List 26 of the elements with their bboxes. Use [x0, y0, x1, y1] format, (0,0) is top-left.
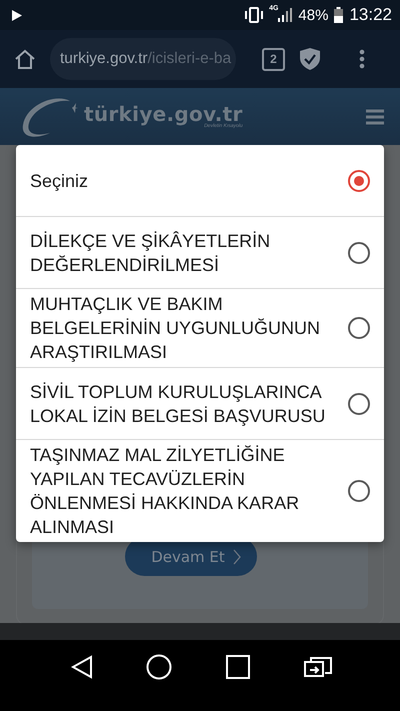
option-row[interactable]: DİLEKÇE VE ŞİKÂYETLERİN DEĞERLENDİRİLMESİ	[16, 216, 384, 288]
option-row[interactable]: Seçiniz	[16, 145, 384, 216]
shield-icon[interactable]	[299, 47, 321, 71]
vibrate-icon	[245, 7, 264, 23]
battery-icon	[334, 7, 344, 23]
option-row[interactable]: MUHTAÇLIK VE BAKIM BELGELERİNİN UYGUNLUĞUNUN ARAŞTIRILMASI	[16, 288, 384, 367]
radio-button[interactable]	[348, 392, 370, 414]
radio-button[interactable]	[348, 317, 370, 339]
switch-screens-icon[interactable]	[303, 656, 334, 678]
more-options-icon[interactable]	[359, 49, 365, 69]
home-icon[interactable]	[14, 48, 36, 70]
radio-button[interactable]	[348, 242, 370, 264]
url-bar[interactable]: turkiye.gov.tr/icisleri-e-ba	[50, 38, 236, 80]
radio-button[interactable]	[348, 170, 370, 192]
tab-count[interactable]: 2	[262, 48, 285, 70]
menu-icon[interactable]	[366, 108, 384, 124]
radio-button[interactable]	[348, 480, 370, 502]
option-row[interactable]: SİVİL TOPLUM KURULUŞLARINCA LOKAL İZİN BELGESİ BAŞVURUSU	[16, 367, 384, 439]
chevron-right-icon	[232, 548, 241, 564]
play-icon	[12, 10, 22, 20]
battery-percent: 48%	[298, 6, 328, 24]
signal-icon	[278, 8, 292, 22]
recent-apps-icon[interactable]	[226, 655, 250, 679]
clock-time: 13:22	[349, 5, 392, 25]
option-row[interactable]: TAŞINMAZ MAL ZİLYETLİĞİNE YAPILAN TECAVÜZLERİN ÖNLENMESİ HAKKINDA KARAR ALINMASI	[16, 439, 384, 542]
back-icon[interactable]	[70, 655, 93, 679]
